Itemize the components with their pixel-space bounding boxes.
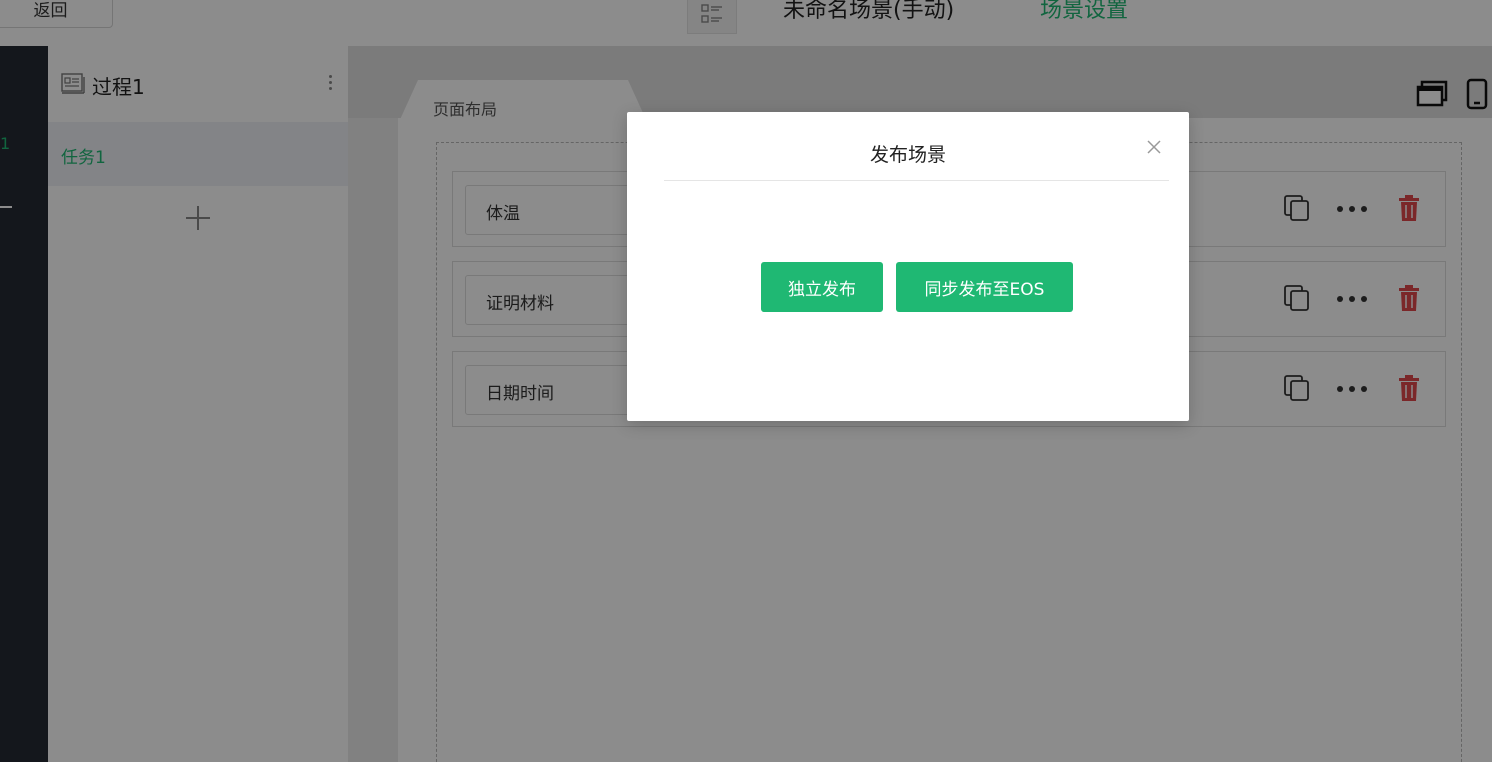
sync-publish-eos-button[interactable]: 同步发布至EOS [896,262,1073,312]
independent-publish-button[interactable]: 独立发布 [761,262,883,312]
publish-scene-dialog: 发布场景 独立发布 同步发布至EOS [627,112,1189,421]
close-icon[interactable] [1145,138,1163,156]
dialog-title: 发布场景 [869,144,946,166]
dialog-divider [664,180,1169,181]
